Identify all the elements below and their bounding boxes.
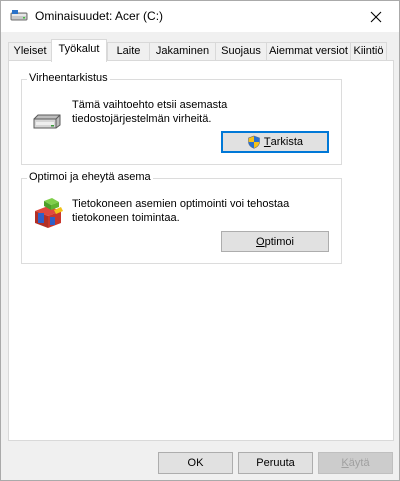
tab-strip: Yleiset Työkalut Laite Jakaminen Suojaus… (8, 39, 394, 62)
tab-label: Suojaus (221, 45, 261, 57)
defrag-icon (32, 197, 64, 229)
ok-button-label: OK (187, 457, 204, 469)
apply-button-label: äytä (348, 457, 370, 469)
error-check-description-line1: Tämä vaihtoehto etsii asemasta (72, 99, 228, 111)
error-check-group: Virheentarkistus Tämä vaihtoehto etsii a… (21, 72, 342, 165)
optimize-caption: Optimoi ja eheytä asema (27, 171, 153, 183)
tab-hardware[interactable]: Laite (107, 42, 150, 61)
cancel-button[interactable]: Peruuta (238, 452, 313, 474)
tab-security[interactable]: Suojaus (215, 42, 267, 61)
properties-dialog: Ominaisuudet: Acer (C:) Yleiset Työkalut… (0, 0, 400, 481)
close-icon (370, 11, 382, 22)
error-check-description-line2: tiedostojärjestelmän virheitä. (72, 113, 212, 125)
drive-icon (10, 9, 28, 23)
apply-button[interactable]: Käytä (318, 452, 393, 474)
check-button[interactable]: Tarkista (221, 131, 329, 153)
optimize-button-accel: O (256, 235, 265, 248)
apply-button-accel: K (341, 457, 349, 469)
window-title: Ominaisuudet: Acer (C:) (35, 9, 164, 23)
tab-label: Työkalut (58, 43, 100, 55)
tab-sharing[interactable]: Jakaminen (149, 42, 216, 61)
tab-label: Kiintiö (353, 45, 384, 57)
hard-drive-icon (32, 113, 62, 129)
close-button[interactable] (353, 1, 399, 32)
tab-label: Jakaminen (155, 45, 210, 57)
optimize-button-label: ptimoi (264, 235, 294, 248)
tools-tab-page: Virheentarkistus Tämä vaihtoehto etsii a… (8, 60, 394, 441)
tab-previous-versions[interactable]: Aiemmat versiot (266, 42, 351, 61)
tab-general[interactable]: Yleiset (8, 42, 52, 61)
uac-shield-icon (247, 135, 261, 149)
optimize-description-line2: tietokoneen toimintaa. (72, 212, 180, 224)
tab-quota[interactable]: Kiintiö (350, 42, 387, 61)
ok-button[interactable]: OK (158, 452, 233, 474)
tab-tools[interactable]: Työkalut (51, 39, 107, 62)
optimize-description-line1: Tietokoneen asemien optimointi voi tehos… (72, 198, 290, 210)
tab-label: Aiemmat versiot (269, 45, 348, 57)
optimize-button[interactable]: Optimoi (221, 231, 329, 252)
tab-label: Laite (116, 45, 141, 57)
check-button-label: arkista (270, 136, 304, 148)
title-bar[interactable]: Ominaisuudet: Acer (C:) (1, 1, 399, 32)
check-button-accel: T (263, 136, 271, 148)
tab-label: Yleiset (13, 45, 47, 57)
error-check-caption: Virheentarkistus (27, 72, 110, 84)
optimize-group: Optimoi ja eheytä asema Tietokoneen asem… (21, 171, 342, 264)
cancel-button-label: Peruuta (256, 457, 295, 469)
